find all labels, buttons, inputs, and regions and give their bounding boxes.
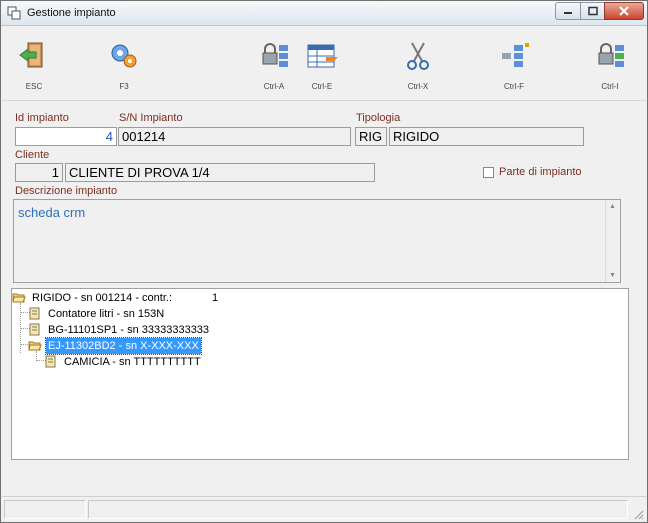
tree-item[interactable]: CAMICIA - sn TTTTTTTTTT [44,354,264,370]
exit-door-icon [19,42,43,68]
minimize-icon [564,12,572,14]
status-bar [2,496,646,522]
ctrl-f-button[interactable]: Ctrl-F [492,39,536,97]
gears-icon [111,44,137,68]
tree-item[interactable]: Contatore litri - sn 153N [28,306,248,322]
close-icon [619,6,629,16]
cliente-name-field: CLIENTE DI PROVA 1/4 [65,163,375,182]
tipologia-desc-field: RIGIDO [389,127,584,146]
window-title: Gestione impianto [27,7,116,19]
maximize-icon [587,6,598,16]
open-folder-icon [28,341,42,351]
ctrl-x-label: Ctrl-X [407,82,429,91]
app-window-icon [7,6,21,20]
parte-impianto-label: Parte di impianto [499,166,582,178]
ctrl-i-button[interactable]: Ctrl-I [588,39,632,97]
tree-item-selected[interactable]: EJ-11302BD2 - sn X-XXX-XXX [28,337,268,355]
sn-impianto-field[interactable]: 001214 [118,127,351,146]
parte-impianto-checkbox[interactable] [483,167,494,178]
tipologia-label: Tipologia [356,112,401,124]
close-button[interactable] [604,2,644,20]
ctrl-x-button[interactable]: Ctrl-X [396,39,440,97]
tree-root-node[interactable]: RIGIDO - sn 001214 - contr.: 1 [12,290,272,306]
ctrl-a-label: Ctrl-A [263,82,285,91]
ctrl-a-button[interactable]: Ctrl-A [252,39,296,97]
id-impianto-field[interactable]: 4 [15,127,117,146]
tipologia-code-field[interactable]: RIG [355,127,387,146]
ctrl-e-label: Ctrl-E [311,82,333,91]
tree-root-count: 1 [212,292,219,304]
lock-insert-icon [598,43,624,67]
status-pane [4,500,86,519]
esc-label: ESC [25,82,43,91]
open-folder-icon [12,293,26,303]
resize-grip-icon[interactable] [632,508,644,520]
minimize-button[interactable] [555,2,581,20]
component-icon [29,323,40,336]
find-list-icon [502,43,529,67]
scroll-down-icon[interactable]: ▼ [609,272,616,279]
ctrl-i-label: Ctrl-I [601,82,619,91]
component-icon [29,307,40,320]
tree-item[interactable]: BG-11101SP1 - sn 33333333333 [28,322,268,338]
tree-item-label: CAMICIA - sn TTTTTTTTTT [64,356,201,368]
scroll-up-icon[interactable]: ▲ [609,203,616,210]
tree-root-label: RIGIDO - sn 001214 - contr.: [32,292,173,304]
component-tree[interactable]: RIGIDO - sn 001214 - contr.: 1 Contatore… [11,288,629,460]
descrizione-label: Descrizione impianto [15,185,118,197]
tree-item-label: EJ-11302BD2 - sn X-XXX-XXX [45,337,202,355]
cliente-code-field[interactable]: 1 [15,163,63,182]
f3-button[interactable]: F3 [102,39,146,97]
lock-list-icon [262,43,288,67]
cliente-label: Cliente [15,149,50,161]
maximize-button[interactable] [580,2,605,20]
descrizione-scrollbar[interactable]: ▲ ▼ [605,200,620,282]
tree-item-label: Contatore litri - sn 153N [48,308,165,320]
title-bar[interactable]: Gestione impianto [1,1,647,26]
toolbar: ESC F3 Ctrl-A Ctrl-E Ctrl-X Ctrl-F Ctrl-… [2,27,646,101]
descrizione-text: scheda crm [18,205,86,220]
tree-item-label: BG-11101SP1 - sn 33333333333 [48,324,210,336]
descrizione-textarea[interactable]: scheda crm ▲ ▼ [13,199,621,283]
ctrl-f-label: Ctrl-F [504,82,524,91]
status-pane [88,500,628,519]
main-window: Gestione impianto ESC F3 Ctrl-A Ctrl-E C… [0,0,648,523]
sn-impianto-label: S/N Impianto [119,112,183,124]
component-icon [45,355,56,368]
id-impianto-label: Id impianto [15,112,69,124]
esc-button[interactable]: ESC [12,39,56,97]
scissors-icon [407,42,429,70]
edit-table-icon [307,44,338,68]
ctrl-e-button[interactable]: Ctrl-E [300,39,344,97]
f3-label: F3 [119,82,129,91]
